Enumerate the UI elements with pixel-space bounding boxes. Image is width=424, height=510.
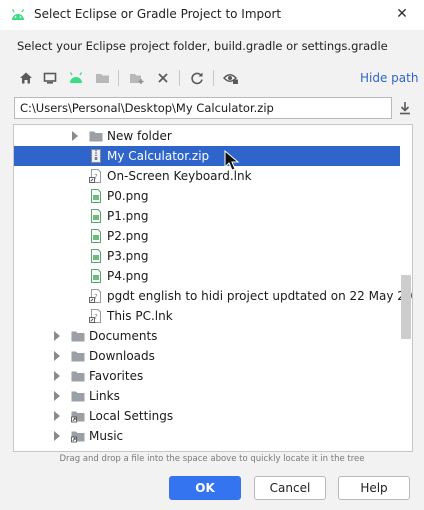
tree-row-label: Local Settings [89,409,174,423]
folder-icon [71,351,85,362]
project-folder-button[interactable] [92,66,114,90]
expand-arrow-icon[interactable] [54,431,60,441]
tree-row-label: My Calculator.zip [107,149,210,163]
path-input[interactable]: C:\Users\Personal\Desktop\My Calculator.… [14,97,392,119]
tree-row[interactable]: ? This PC.lnk [14,306,400,326]
tree-row[interactable]: New folder [14,126,400,146]
tree-row-label: Favorites [89,369,144,383]
file-tree[interactable]: New folder My Calculator.zip ? On-Screen Ke… [13,124,413,452]
close-icon: ✕ [396,6,408,22]
image-file-icon [91,209,101,223]
image-file-icon [91,189,101,203]
tree-row-label: Downloads [89,349,155,363]
expand-arrow-icon[interactable] [54,411,60,421]
refresh-icon [191,72,203,85]
expand-arrow-icon[interactable] [54,391,60,401]
folder-icon [71,391,85,402]
android-app-icon [11,9,25,20]
vertical-scrollbar[interactable] [401,275,411,339]
tree-row-label: pgdt english to hidi project updtated on… [107,289,413,303]
home-button[interactable] [15,66,37,90]
help-button[interactable]: Help [338,476,410,500]
expand-arrow-icon[interactable] [54,331,60,341]
tree-row[interactable]: ? On-Screen Keyboard.lnk [14,166,400,186]
tree-row-label: P3.png [107,249,149,263]
tree-row-label: P4.png [107,269,149,283]
tree-row[interactable]: P2.png [14,226,400,246]
tree-row-label: P2.png [107,229,149,243]
tree-row[interactable]: Music [14,426,400,446]
tree-row[interactable]: Local Settings [14,406,400,426]
tree-row-label: P1.png [107,209,149,223]
zip-file-icon [91,149,101,163]
image-file-icon [91,249,101,263]
shortcut-file-icon: ? [89,309,101,323]
desktop-button[interactable] [39,66,61,90]
android-sdk-button[interactable] [65,66,87,90]
close-button[interactable]: ✕ [392,4,412,24]
toolbar-separator [118,70,119,86]
delete-icon [158,73,168,83]
shortcut-file-icon: ? [89,169,101,183]
folder-icon [71,331,85,342]
locate-path-button[interactable] [396,99,414,117]
tree-row-label: P0.png [107,189,149,203]
new-folder-icon [130,74,144,84]
project-folder-icon [96,74,109,83]
expand-arrow-icon[interactable] [54,371,60,381]
tree-row[interactable]: Downloads [14,346,400,366]
folder-icon [89,131,103,142]
toolbar-separator [213,70,214,86]
refresh-button[interactable] [186,66,208,90]
home-icon [20,72,32,84]
new-folder-button[interactable] [126,66,148,90]
android-icon [69,72,83,83]
tree-row[interactable]: P0.png [14,186,400,206]
hide-path-link[interactable]: Hide path [360,71,418,85]
tree-row-selected[interactable]: My Calculator.zip [14,146,400,166]
instruction-text: Select your Eclipse project folder, buil… [17,39,388,53]
tree-row[interactable]: P3.png [14,246,400,266]
tree-row-label: Documents [89,329,158,343]
tree-row-label: New folder [107,129,172,143]
window-title: Select Eclipse or Gradle Project to Impo… [34,7,282,21]
expand-arrow-icon[interactable] [54,351,60,361]
tree-row-label: Music [89,429,124,443]
tree-row[interactable]: Favorites [14,366,400,386]
show-hidden-button[interactable] [220,66,242,90]
tree-row-label: Links [89,389,120,403]
tree-row[interactable]: ? pgdt english to hidi project updtated o… [14,286,412,306]
tree-row[interactable]: Documents [14,326,400,346]
cancel-button[interactable]: Cancel [254,476,326,500]
toolbar [14,66,314,90]
delete-button[interactable] [152,66,174,90]
image-file-icon [91,229,101,243]
shortcut-file-icon: ? [89,289,101,303]
download-icon [400,102,410,115]
tree-row[interactable]: P1.png [14,206,400,226]
tree-row[interactable]: Links [14,386,400,406]
folder-icon [71,371,85,382]
ok-button[interactable]: OK [169,476,241,500]
tree-row[interactable]: P4.png [14,266,400,286]
image-file-icon [91,269,101,283]
show-hidden-icon [223,74,238,84]
desktop-icon [43,72,57,84]
title-bar: Select Eclipse or Gradle Project to Impo… [0,0,424,30]
toolbar-separator [179,70,180,86]
tree-row-label: This PC.lnk [107,309,173,323]
expand-arrow-icon[interactable] [72,131,78,141]
folder-shortcut-icon [71,411,85,423]
drag-drop-hint: Drag and drop a file into the space abov… [59,454,365,464]
folder-shortcut-icon [71,431,85,443]
mouse-cursor-icon [224,150,240,171]
